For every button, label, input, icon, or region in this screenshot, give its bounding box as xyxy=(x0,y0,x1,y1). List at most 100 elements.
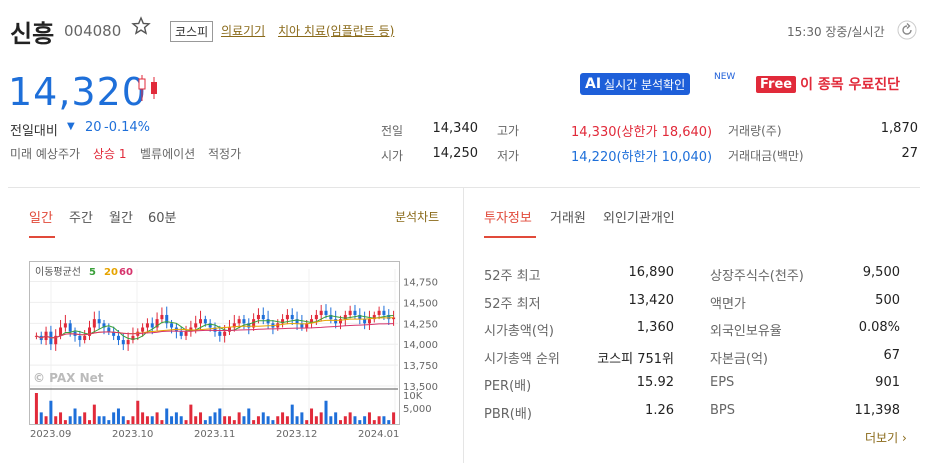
candle-body xyxy=(319,310,323,315)
stock-name: 신흥 xyxy=(10,20,55,48)
volume-bar xyxy=(319,412,323,424)
volume-bar xyxy=(112,412,116,424)
volume-bar xyxy=(88,420,92,424)
info-tab-1[interactable]: 거래원 xyxy=(550,207,586,226)
invest-value: 16,890 xyxy=(628,265,675,280)
invest-label: 52주 최저 xyxy=(484,296,541,312)
chart-tab-3[interactable]: 60분 xyxy=(148,207,177,226)
theme-link[interactable]: 치아 치료(임플란트 등) xyxy=(278,22,394,39)
invest-label: 외국인보유율 xyxy=(710,324,782,339)
volume-bar xyxy=(252,420,256,424)
time-status: 15:30 장중/실시간 xyxy=(787,25,885,39)
volume-bar xyxy=(136,400,140,424)
info-tab-2[interactable]: 외인기관개인 xyxy=(603,207,675,226)
volume-bar xyxy=(329,416,333,424)
valuation-label: 벨류에이션 xyxy=(140,147,196,161)
candle-body xyxy=(363,319,367,324)
volume-bar xyxy=(392,412,396,424)
volume-bar xyxy=(165,408,169,424)
volume-bar xyxy=(194,416,198,424)
free-diagnosis-button[interactable]: Free 이 종목 우료진단 xyxy=(756,74,900,94)
x-tick-label: 2023.10 xyxy=(112,429,153,440)
open-label: 시가 xyxy=(381,149,404,163)
candle-body xyxy=(116,335,120,341)
volume-bar xyxy=(49,400,53,424)
price-chart[interactable]: 이동평균선 5 20 60 © PAX Net 14,750 14,500 14,250 14,… xyxy=(29,261,438,445)
more-link[interactable]: 더보기 › xyxy=(865,429,907,446)
candle-body xyxy=(377,310,381,315)
down-triangle-icon: ▼ xyxy=(67,121,75,132)
low-label: 저가 xyxy=(497,149,520,163)
prev-close-value: 14,340 xyxy=(432,121,479,136)
candle-body xyxy=(121,340,125,345)
sector-link[interactable]: 의료기기 xyxy=(221,22,265,39)
volume-bar xyxy=(44,416,48,424)
candle-body xyxy=(83,335,87,341)
volume-bar xyxy=(348,412,352,424)
y-tick-label: 14,000 xyxy=(403,340,438,351)
volume-bar xyxy=(343,416,347,424)
stock-code: 004080 xyxy=(64,22,122,40)
candle-body xyxy=(203,319,207,324)
volume-bar xyxy=(102,416,106,424)
more-link-label: 더보기 xyxy=(865,431,899,445)
y-tick-label: 13,750 xyxy=(403,361,438,372)
ma-legend-5: 5 xyxy=(89,267,96,278)
volume-bar xyxy=(179,416,183,424)
volume-bar xyxy=(54,416,58,424)
candle-body xyxy=(160,314,164,320)
ma-legend-20: 20 xyxy=(104,267,118,278)
volume-bar xyxy=(174,412,178,424)
candle-body xyxy=(285,314,289,320)
x-tick-label: 2023.09 xyxy=(30,429,71,440)
valuation-value[interactable]: 적정가 xyxy=(208,145,241,162)
candle-body xyxy=(261,314,265,320)
watermark: © PAX Net xyxy=(33,371,104,385)
volume-bar xyxy=(290,404,294,424)
ai-badge: AI xyxy=(585,76,602,92)
candle-body xyxy=(145,323,149,328)
volume-bar xyxy=(107,420,111,424)
forecast-value[interactable]: 상승 1 xyxy=(93,145,127,162)
invest-value: 코스피 751위 xyxy=(597,351,674,367)
volume-bar xyxy=(266,416,270,424)
star-icon[interactable] xyxy=(131,16,151,40)
open-value: 14,250 xyxy=(432,146,479,161)
prev-close-label: 전일 xyxy=(381,124,404,138)
invest-value: 9,500 xyxy=(862,265,900,280)
chart-tab-2[interactable]: 월간 xyxy=(109,207,133,226)
volume-bar xyxy=(189,404,193,424)
volume-bar xyxy=(203,420,207,424)
candle-body xyxy=(184,331,188,336)
invest-label: 시가총액 순위 xyxy=(484,351,560,367)
ma-legend-60: 60 xyxy=(119,267,133,278)
refresh-icon[interactable] xyxy=(897,20,917,44)
chart-tab-0[interactable]: 일간 xyxy=(29,207,53,226)
invest-label: EPS xyxy=(710,375,735,390)
volume-bar xyxy=(367,412,371,424)
candle-body xyxy=(141,327,145,332)
volume-bar xyxy=(295,416,299,424)
analysis-chart-link[interactable]: 분석차트 xyxy=(395,208,439,225)
volume-bar xyxy=(213,412,217,424)
x-tick-label: 2023.12 xyxy=(276,429,317,440)
volume-bar xyxy=(281,412,285,424)
volume-bar xyxy=(39,412,43,424)
info-tab-0[interactable]: 투자정보 xyxy=(484,207,532,226)
volume-bar xyxy=(247,408,251,424)
volume-bar xyxy=(223,416,227,424)
volume-bar xyxy=(218,408,222,424)
volume-bar xyxy=(160,420,164,424)
invest-value: 67 xyxy=(883,347,900,363)
volume-bar xyxy=(300,412,304,424)
chart-tab-1[interactable]: 주간 xyxy=(69,207,93,226)
current-price: 14,320 xyxy=(8,70,147,114)
candle-body xyxy=(107,327,111,332)
volume-tick-label: 5,000 xyxy=(403,404,432,415)
free-text: 이 종목 우료진단 xyxy=(800,77,901,93)
volume-bar xyxy=(338,420,342,424)
ai-analysis-button[interactable]: AI 실시간 분석확인 xyxy=(580,73,691,95)
volume-bar xyxy=(145,416,149,424)
volume-bar xyxy=(150,416,154,424)
chevron-right-icon: › xyxy=(901,431,907,445)
